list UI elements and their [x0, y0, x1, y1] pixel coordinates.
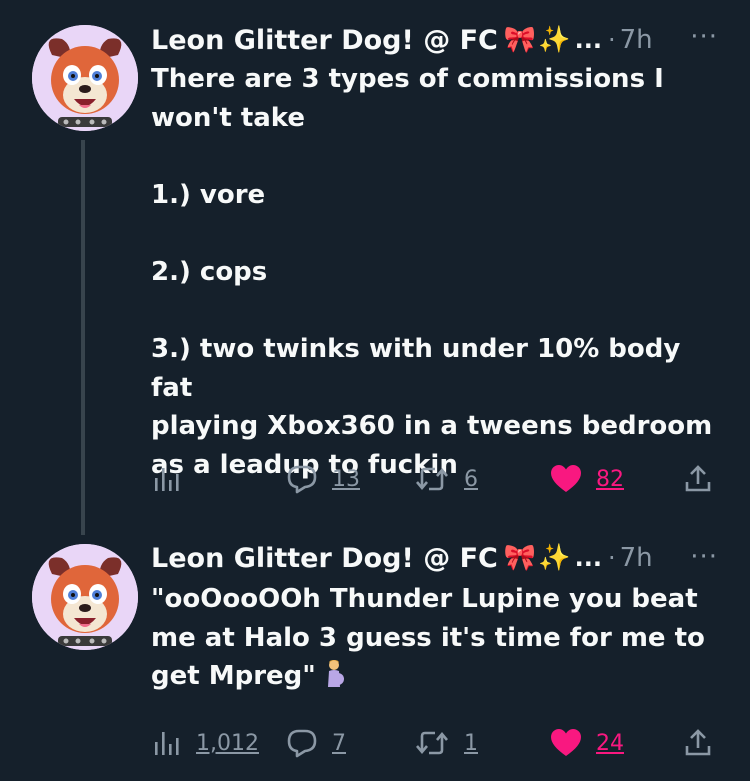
- tweet-text: There are 3 types of commissions I won't…: [151, 64, 713, 480]
- tweet-actions: 1,012 7 1 24: [0, 723, 750, 763]
- author-name[interactable]: Leon Glitter Dog! @ FC: [151, 25, 498, 56]
- heart-icon: [551, 465, 581, 492]
- reply-count: 7: [332, 730, 346, 756]
- share-button[interactable]: [684, 723, 712, 763]
- dog-avatar-icon: [32, 25, 138, 131]
- timestamp[interactable]: 7h: [620, 25, 653, 55]
- ribbon-icon: 🎀: [503, 543, 537, 573]
- sparkles-icon: ✨: [538, 543, 571, 573]
- like-button[interactable]: 82: [550, 459, 624, 499]
- views-count: 1,012: [196, 730, 259, 756]
- retweet-count: 1: [464, 730, 478, 756]
- heart-icon: [551, 729, 581, 756]
- views-button[interactable]: [152, 459, 196, 499]
- reply-button[interactable]: 13: [286, 459, 360, 499]
- avatar[interactable]: [32, 25, 138, 131]
- share-icon: [685, 465, 711, 492]
- tweet-text: "ooOooOOh Thunder Lupine you beat me at …: [151, 580, 721, 696]
- share-button[interactable]: [684, 459, 712, 499]
- reply-count: 13: [332, 466, 360, 492]
- share-icon: [685, 729, 711, 756]
- name-truncation: ...: [574, 544, 602, 572]
- analytics-icon: [155, 732, 179, 755]
- dog-avatar-icon: [32, 544, 138, 650]
- name-truncation: ...: [574, 26, 602, 54]
- more-options-icon[interactable]: ···: [690, 22, 718, 52]
- like-button[interactable]: 24: [550, 723, 624, 763]
- tweet-2[interactable]: Leon Glitter Dog! @ FC 🎀 ✨ ... · 7h ··· …: [0, 520, 750, 781]
- like-count: 82: [596, 466, 624, 492]
- views-button[interactable]: 1,012: [152, 723, 259, 763]
- tweet-1[interactable]: Leon Glitter Dog! @ FC 🎀 ✨ ... · 7h ··· …: [0, 0, 750, 535]
- analytics-icon: [155, 468, 179, 491]
- ribbon-icon: 🎀: [503, 25, 537, 55]
- separator: ·: [607, 544, 616, 572]
- tweet-header: Leon Glitter Dog! @ FC 🎀 ✨ ... · 7h: [151, 538, 653, 578]
- pregnant-person-icon: [320, 659, 348, 689]
- separator: ·: [607, 26, 616, 54]
- sparkles-icon: ✨: [538, 25, 571, 55]
- timestamp[interactable]: 7h: [620, 543, 653, 573]
- like-count: 24: [596, 730, 624, 756]
- retweet-icon: [416, 467, 448, 491]
- retweet-button[interactable]: 1: [414, 723, 478, 763]
- reply-icon: [287, 465, 317, 494]
- tweet-header: Leon Glitter Dog! @ FC 🎀 ✨ ... · 7h: [151, 20, 653, 60]
- author-name[interactable]: Leon Glitter Dog! @ FC: [151, 543, 498, 574]
- tweet-actions: 13 6 82: [0, 459, 750, 499]
- reply-icon: [287, 729, 317, 758]
- avatar[interactable]: [32, 544, 138, 650]
- retweet-button[interactable]: 6: [414, 459, 478, 499]
- reply-button[interactable]: 7: [286, 723, 346, 763]
- more-options-icon[interactable]: ···: [690, 542, 718, 572]
- retweet-icon: [416, 731, 448, 755]
- retweet-count: 6: [464, 466, 478, 492]
- tweet-text-content: "ooOooOOh Thunder Lupine you beat me at …: [151, 584, 705, 692]
